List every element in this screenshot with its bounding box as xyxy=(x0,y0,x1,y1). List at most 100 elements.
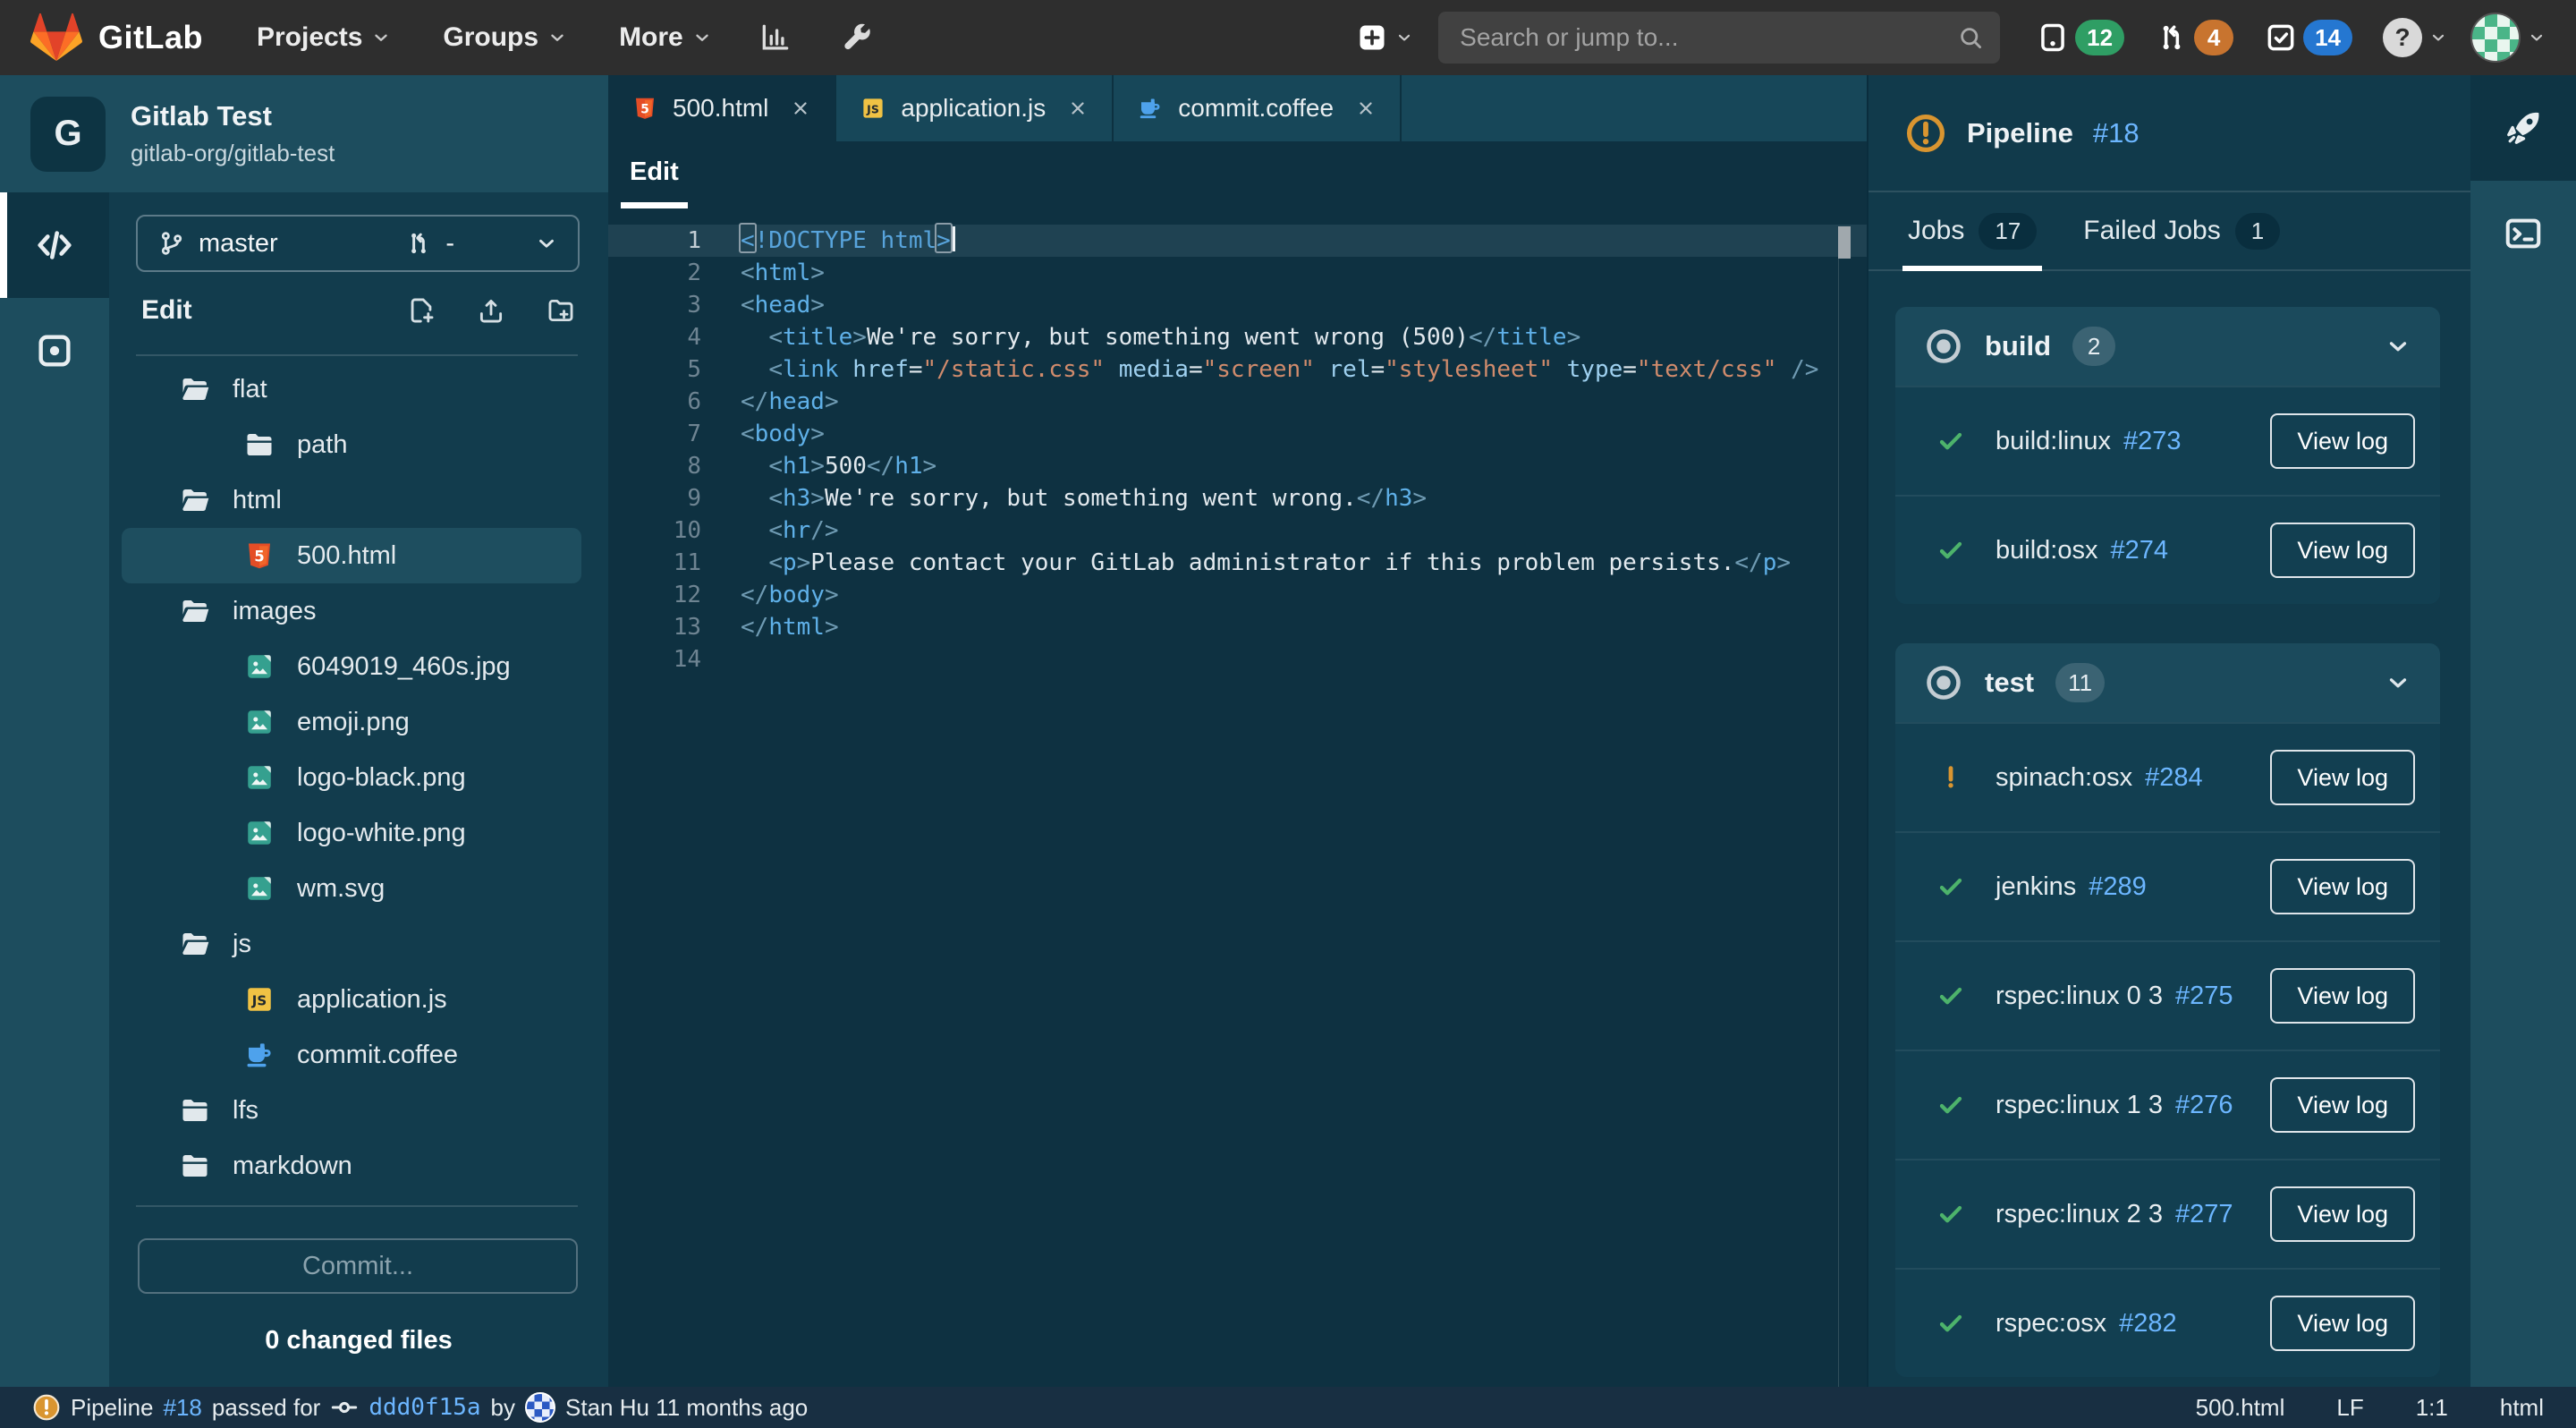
new-folder-icon[interactable] xyxy=(546,295,576,326)
search-input[interactable] xyxy=(1438,12,2001,64)
edit-mode-tab[interactable] xyxy=(0,192,109,298)
close-tab-icon[interactable] xyxy=(1355,98,1377,119)
tree-item-js[interactable]: js xyxy=(122,916,581,972)
statusbar-item-filename[interactable]: 500.html xyxy=(2196,1394,2285,1422)
tree-item-commit.coffee[interactable]: commit.coffee xyxy=(122,1027,581,1083)
job-number-link[interactable]: #276 xyxy=(2175,1091,2233,1120)
pipeline-number-link[interactable]: #18 xyxy=(2093,117,2140,149)
project-avatar: G xyxy=(30,96,106,172)
job-number-link[interactable]: #289 xyxy=(2089,872,2147,902)
todos-badge: 14 xyxy=(2303,20,2352,55)
tree-item-html[interactable]: html xyxy=(122,472,581,528)
view-log-button[interactable]: View log xyxy=(2270,1077,2415,1133)
tree-item-markdown[interactable]: markdown xyxy=(122,1138,581,1194)
pipelines-panel-tab[interactable] xyxy=(2470,75,2576,181)
job-number-link[interactable]: #277 xyxy=(2175,1200,2233,1229)
statusbar-item-language[interactable]: html xyxy=(2500,1394,2544,1422)
editor-modebar: Edit xyxy=(608,141,1867,208)
svg-text:5: 5 xyxy=(254,548,264,565)
pipeline-tab-jobs[interactable]: Jobs 17 xyxy=(1902,192,2043,271)
help-menu[interactable]: ? xyxy=(2383,18,2447,57)
editor-tabstrip: 5 500.html JS application.js commit.coffee xyxy=(608,75,1867,141)
todos-counter[interactable]: 14 xyxy=(2264,20,2352,55)
code-line: 4 <title>We're sorry, but something went… xyxy=(608,321,1867,353)
view-log-button[interactable]: View log xyxy=(2270,1296,2415,1351)
js-file-icon: JS xyxy=(860,95,886,122)
branch-selector[interactable]: master - xyxy=(136,215,580,272)
chevron-down-icon xyxy=(535,232,558,255)
view-log-button[interactable]: View log xyxy=(2270,859,2415,914)
user-menu[interactable] xyxy=(2470,13,2546,63)
code-line-content: <h3>We're sorry, but something went wron… xyxy=(768,485,1428,512)
editor-tab-500.html[interactable]: 5 500.html xyxy=(608,75,837,141)
job-number-link[interactable]: #282 xyxy=(2119,1309,2177,1339)
job-row-rspec-linux-1-3: rspec:linux 1 3 #276 View log xyxy=(1895,1050,2440,1159)
new-menu-button[interactable] xyxy=(1356,21,1413,54)
upload-file-icon[interactable] xyxy=(476,295,506,326)
tree-item-images[interactable]: images xyxy=(122,583,581,639)
editor-tab-application.js[interactable]: JS application.js xyxy=(836,75,1114,141)
pipeline-tab-failed-jobs[interactable]: Failed Jobs 1 xyxy=(2083,192,2281,269)
nav-item-projects[interactable]: Projects xyxy=(257,22,391,53)
tree-item-logo-white.png[interactable]: logo-white.png xyxy=(122,805,581,861)
tree-item-emoji.png[interactable]: emoji.png xyxy=(122,694,581,750)
view-log-button[interactable]: View log xyxy=(2270,1186,2415,1242)
code-area[interactable]: 1 <!DOCTYPE html> 2 <html> 3 <head> 4 <title>W… xyxy=(608,208,1867,1387)
review-icon xyxy=(34,330,75,371)
code-line: 1 <!DOCTYPE html> xyxy=(608,223,1867,257)
tree-item-wm.svg[interactable]: wm.svg xyxy=(122,861,581,916)
status-success-icon xyxy=(1936,982,1965,1010)
tree-item-path[interactable]: path xyxy=(122,417,581,472)
editor-tab-commit.coffee[interactable]: commit.coffee xyxy=(1114,75,1402,141)
code-line-content: <h1>500</h1> xyxy=(768,453,937,480)
job-number-link[interactable]: #273 xyxy=(2123,427,2182,456)
editor: 5 500.html JS application.js commit.coffee E… xyxy=(608,75,1867,1387)
view-log-button[interactable]: View log xyxy=(2270,413,2415,469)
view-log-button[interactable]: View log xyxy=(2270,750,2415,805)
line-number: 5 xyxy=(687,356,701,383)
close-tab-icon[interactable] xyxy=(790,98,811,119)
gitlab-logo-icon[interactable] xyxy=(30,12,82,64)
issues-counter[interactable]: 12 xyxy=(2036,20,2125,55)
statusbar-pipeline-number-link[interactable]: #18 xyxy=(164,1394,202,1422)
tree-item-6049019_460s.jpg[interactable]: 6049019_460s.jpg xyxy=(122,639,581,694)
job-group-count: 2 xyxy=(2072,327,2116,366)
commit-sha-link[interactable]: ddd0f15a xyxy=(369,1394,480,1421)
tree-item-application.js[interactable]: JS application.js xyxy=(122,972,581,1027)
terminal-panel-tab[interactable] xyxy=(2470,181,2576,286)
job-group-header-test[interactable]: test 11 xyxy=(1895,643,2440,722)
merge-request-value: - xyxy=(445,228,454,258)
analytics-icon[interactable] xyxy=(758,21,792,55)
review-mode-tab[interactable] xyxy=(0,298,109,404)
statusbar-item-cursor-position[interactable]: 1:1 xyxy=(2416,1394,2448,1422)
admin-wrench-icon[interactable] xyxy=(839,21,873,55)
folder-open-icon xyxy=(179,928,211,960)
job-row-build-linux: build:linux #273 View log xyxy=(1895,386,2440,495)
new-file-icon[interactable] xyxy=(406,295,436,326)
pipeline-warning-status-icon xyxy=(32,1393,61,1422)
job-number-link[interactable]: #284 xyxy=(2145,763,2203,793)
close-tab-icon[interactable] xyxy=(1067,98,1089,119)
tree-item-logo-black.png[interactable]: logo-black.png xyxy=(122,750,581,805)
brand-text[interactable]: GitLab xyxy=(98,19,203,56)
tree-item-500.html[interactable]: 5 500.html xyxy=(122,528,581,583)
tree-item-label: lfs xyxy=(233,1095,258,1125)
view-log-button[interactable]: View log xyxy=(2270,523,2415,578)
commit-button[interactable]: Commit... xyxy=(138,1238,578,1294)
job-number-link[interactable]: #275 xyxy=(2175,982,2233,1011)
line-number: 13 xyxy=(673,614,701,641)
nav-item-more[interactable]: More xyxy=(619,22,712,53)
nav-item-groups[interactable]: Groups xyxy=(443,22,567,53)
tree-item-lfs[interactable]: lfs xyxy=(122,1083,581,1138)
job-number-link[interactable]: #274 xyxy=(2110,536,2168,565)
tree-item-flat[interactable]: flat xyxy=(122,361,581,417)
code-line: 14 xyxy=(608,643,1867,676)
editor-scrollbar-thumb[interactable] xyxy=(1838,226,1851,259)
merge-request-icon xyxy=(2155,21,2189,55)
tab-edit-mode[interactable]: Edit xyxy=(621,141,688,208)
statusbar-item-line-ending[interactable]: LF xyxy=(2336,1394,2363,1422)
merge-requests-counter[interactable]: 4 xyxy=(2155,20,2234,55)
merge-request-icon xyxy=(404,229,433,258)
view-log-button[interactable]: View log xyxy=(2270,968,2415,1024)
job-group-header-build[interactable]: build 2 xyxy=(1895,307,2440,386)
